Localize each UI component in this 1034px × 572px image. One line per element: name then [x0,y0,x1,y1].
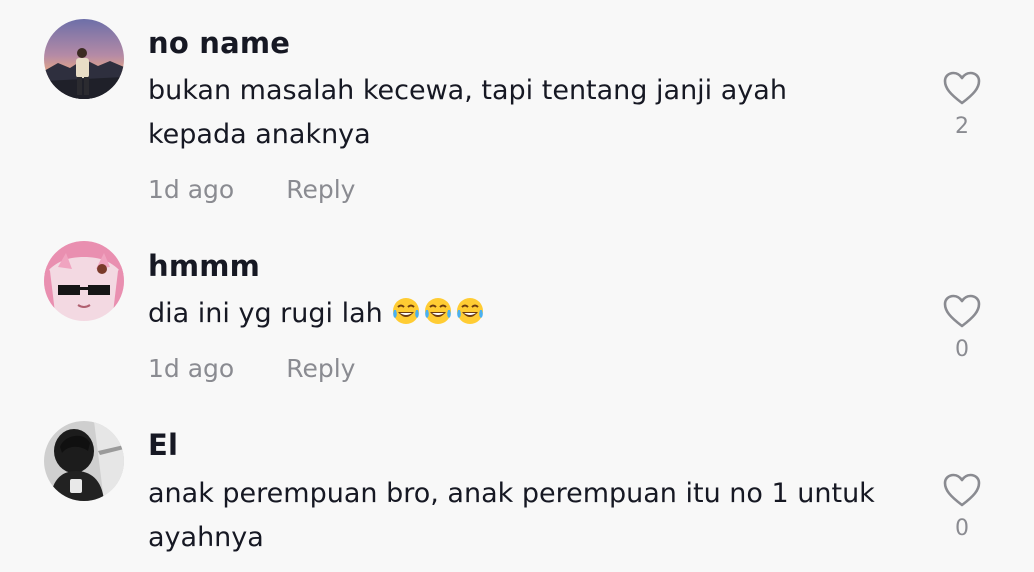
comment-username[interactable]: El [148,428,178,462]
like-control: 0 [938,293,986,363]
comment-text: bukan masalah kecewa, tapi tentang janji… [148,75,787,150]
avatar-sunset-person-icon [44,19,124,99]
comment-time: 1d ago [148,354,235,383]
comment-username[interactable]: hmmm [148,249,260,283]
comment-meta: 1d ago Reply [148,354,355,384]
comment-time: 1d ago [148,175,235,204]
comment-text-content: dia ini yg rugi lah [148,298,383,329]
heart-outline-icon[interactable] [942,293,982,329]
avatar-pink-anime-sunglasses-icon [44,241,124,321]
reply-button[interactable]: Reply [286,354,355,383]
heart-outline-icon[interactable] [942,70,982,106]
user-avatar[interactable] [44,19,124,99]
user-avatar[interactable] [44,421,124,501]
reply-button[interactable]: Reply [286,175,355,204]
like-count: 0 [955,337,969,362]
like-control: 0 [938,472,986,542]
comment-meta: 1d ago Reply [148,175,355,205]
user-avatar[interactable] [44,241,124,321]
like-count: 2 [955,114,969,139]
comment-username[interactable]: no name [148,26,290,60]
comment-text: anak perempuan bro, anak perempuan itu n… [148,478,875,553]
like-control: 2 [938,70,986,140]
tears-of-joy-emoji-icon [393,298,420,324]
like-count: 0 [955,516,969,541]
avatar-dark-portrait-icon [44,421,124,501]
tears-of-joy-emoji-icon [425,298,452,324]
comment-text: dia ini yg rugi lah [148,292,908,336]
tears-of-joy-emoji-icon [457,298,484,324]
heart-outline-icon[interactable] [942,472,982,508]
